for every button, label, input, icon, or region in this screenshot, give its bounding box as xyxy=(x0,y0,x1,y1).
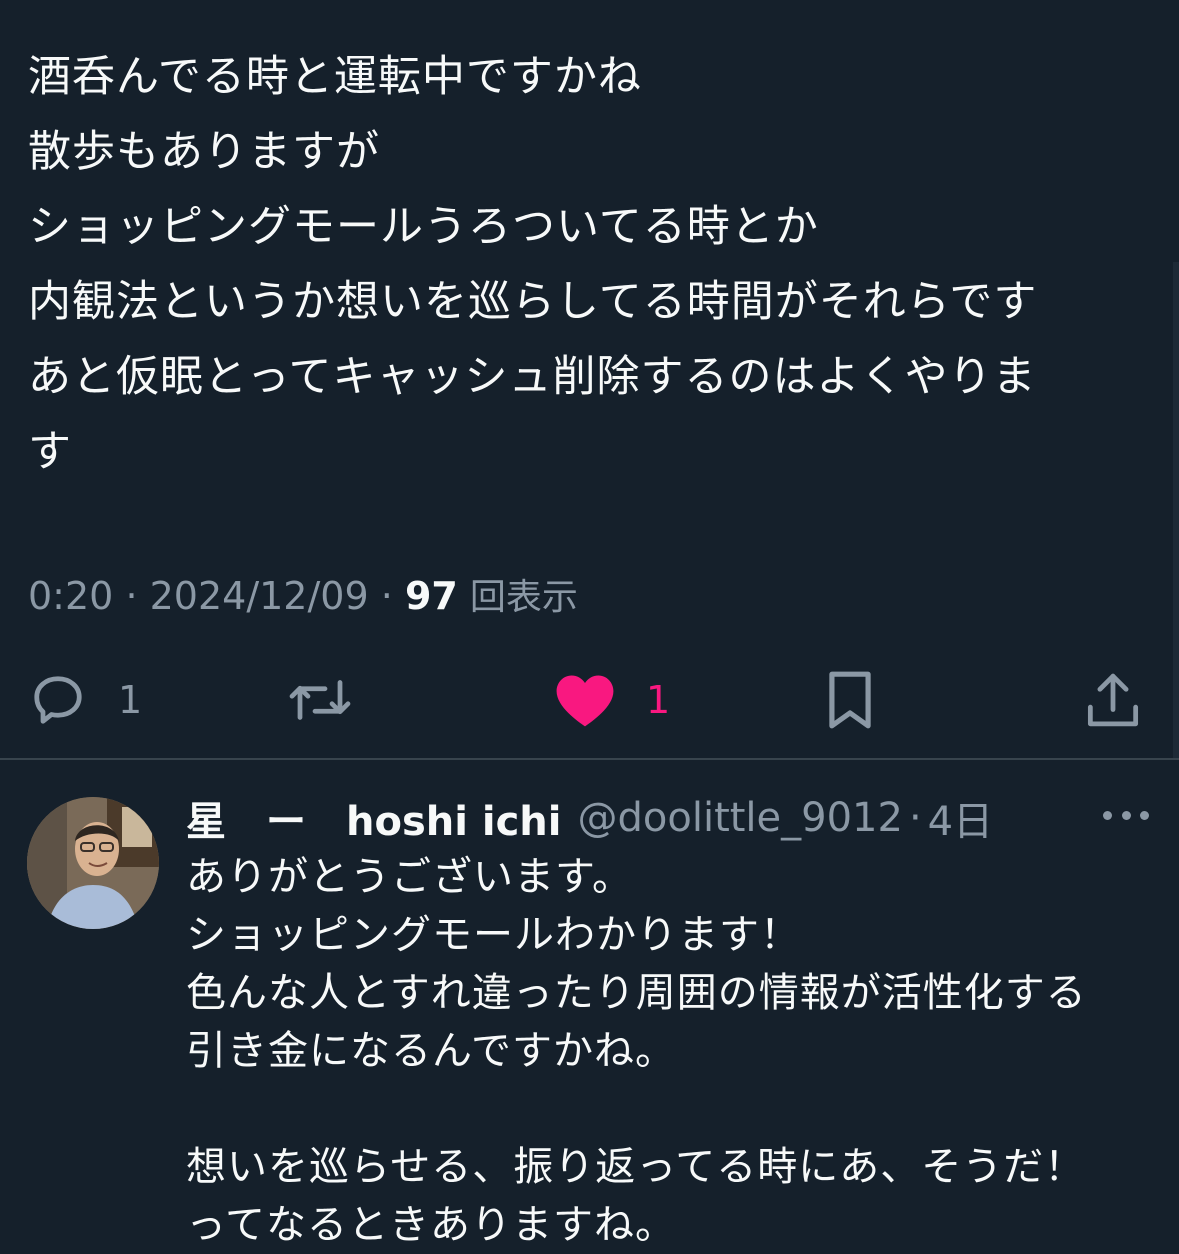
bookmark-icon xyxy=(829,671,871,729)
post-date[interactable]: 2024/12/09 xyxy=(150,574,369,618)
heart-icon xyxy=(556,675,614,727)
post-time[interactable]: 0:20 xyxy=(28,574,113,618)
more-dot-icon xyxy=(1121,810,1131,820)
reply-line: ありがとうございます。 xyxy=(186,854,633,900)
post-meta: 0:20 · 2024/12/09 · 97 回表示 xyxy=(28,566,578,628)
reply-line: ってなるときありますね。 xyxy=(186,1202,676,1248)
reply-post[interactable]: 星 ー hoshi ichi @doolittle_9012 · 4日 ありがと… xyxy=(0,760,1179,1251)
reply-header: 星 ー hoshi ichi @doolittle_9012 · 4日 xyxy=(186,788,993,848)
retweet-button[interactable] xyxy=(286,660,354,740)
header-separator: · xyxy=(908,795,922,841)
post-line: す xyxy=(28,427,72,477)
reply-count: 1 xyxy=(118,678,143,722)
avatar-photo xyxy=(27,797,159,929)
more-options-button[interactable] xyxy=(1103,800,1149,830)
more-dot-icon xyxy=(1140,810,1149,820)
post-line: 内観法というか想いを巡らしてる時間がそれらです xyxy=(28,277,1038,327)
reply-icon xyxy=(34,676,82,724)
views-count[interactable]: 97 xyxy=(405,574,458,618)
like-count: 1 xyxy=(646,678,671,722)
meta-separator: · xyxy=(125,574,138,618)
reply-age[interactable]: 4日 xyxy=(928,789,993,847)
post-line: 散歩もありますが xyxy=(28,127,380,177)
share-button[interactable] xyxy=(1084,660,1142,740)
retweet-icon xyxy=(289,680,351,720)
reply-line: ショッピングモールわかります！ xyxy=(186,912,801,958)
avatar[interactable] xyxy=(27,797,159,929)
display-name[interactable]: 星 ー hoshi ichi xyxy=(186,789,562,847)
action-bar: 1 1 xyxy=(0,660,1179,740)
like-button[interactable]: 1 xyxy=(554,660,670,740)
bookmark-button[interactable] xyxy=(824,660,876,740)
meta-separator: · xyxy=(380,574,393,618)
reply-line xyxy=(186,1080,1146,1138)
reply-text: ありがとうございます。ショッピングモールわかります！ 色んな人とすれ違ったり周囲の… xyxy=(186,848,1146,1254)
reply-line: 引き金になるんですかね。 xyxy=(186,1028,676,1074)
reply-button[interactable]: 1 xyxy=(28,660,142,740)
views-label[interactable]: 回表示 xyxy=(470,577,578,618)
post-text: 酒呑んでる時と運転中ですかね 散歩もありますがショッピングモールうろついてる時とか… xyxy=(28,40,1148,490)
scrollbar[interactable] xyxy=(1173,262,1179,758)
reply-line: 想いを巡らせる、振り返ってる時にあ、そうだ！ xyxy=(186,1144,1086,1190)
share-icon xyxy=(1087,673,1139,727)
post-line: あと仮眠とってキャッシュ削除するのはよくやりま xyxy=(28,352,1037,402)
post-line: 酒呑んでる時と運転中ですかね xyxy=(28,52,642,102)
user-handle[interactable]: @doolittle_9012 xyxy=(578,795,903,841)
more-dot-icon xyxy=(1103,810,1112,820)
post-line: ショッピングモールうろついてる時とか xyxy=(28,202,819,252)
reply-line: 色んな人とすれ違ったり周囲の情報が活性化する xyxy=(186,970,1087,1016)
main-post: 酒呑んでる時と運転中ですかね 散歩もありますがショッピングモールうろついてる時とか… xyxy=(0,0,1179,758)
